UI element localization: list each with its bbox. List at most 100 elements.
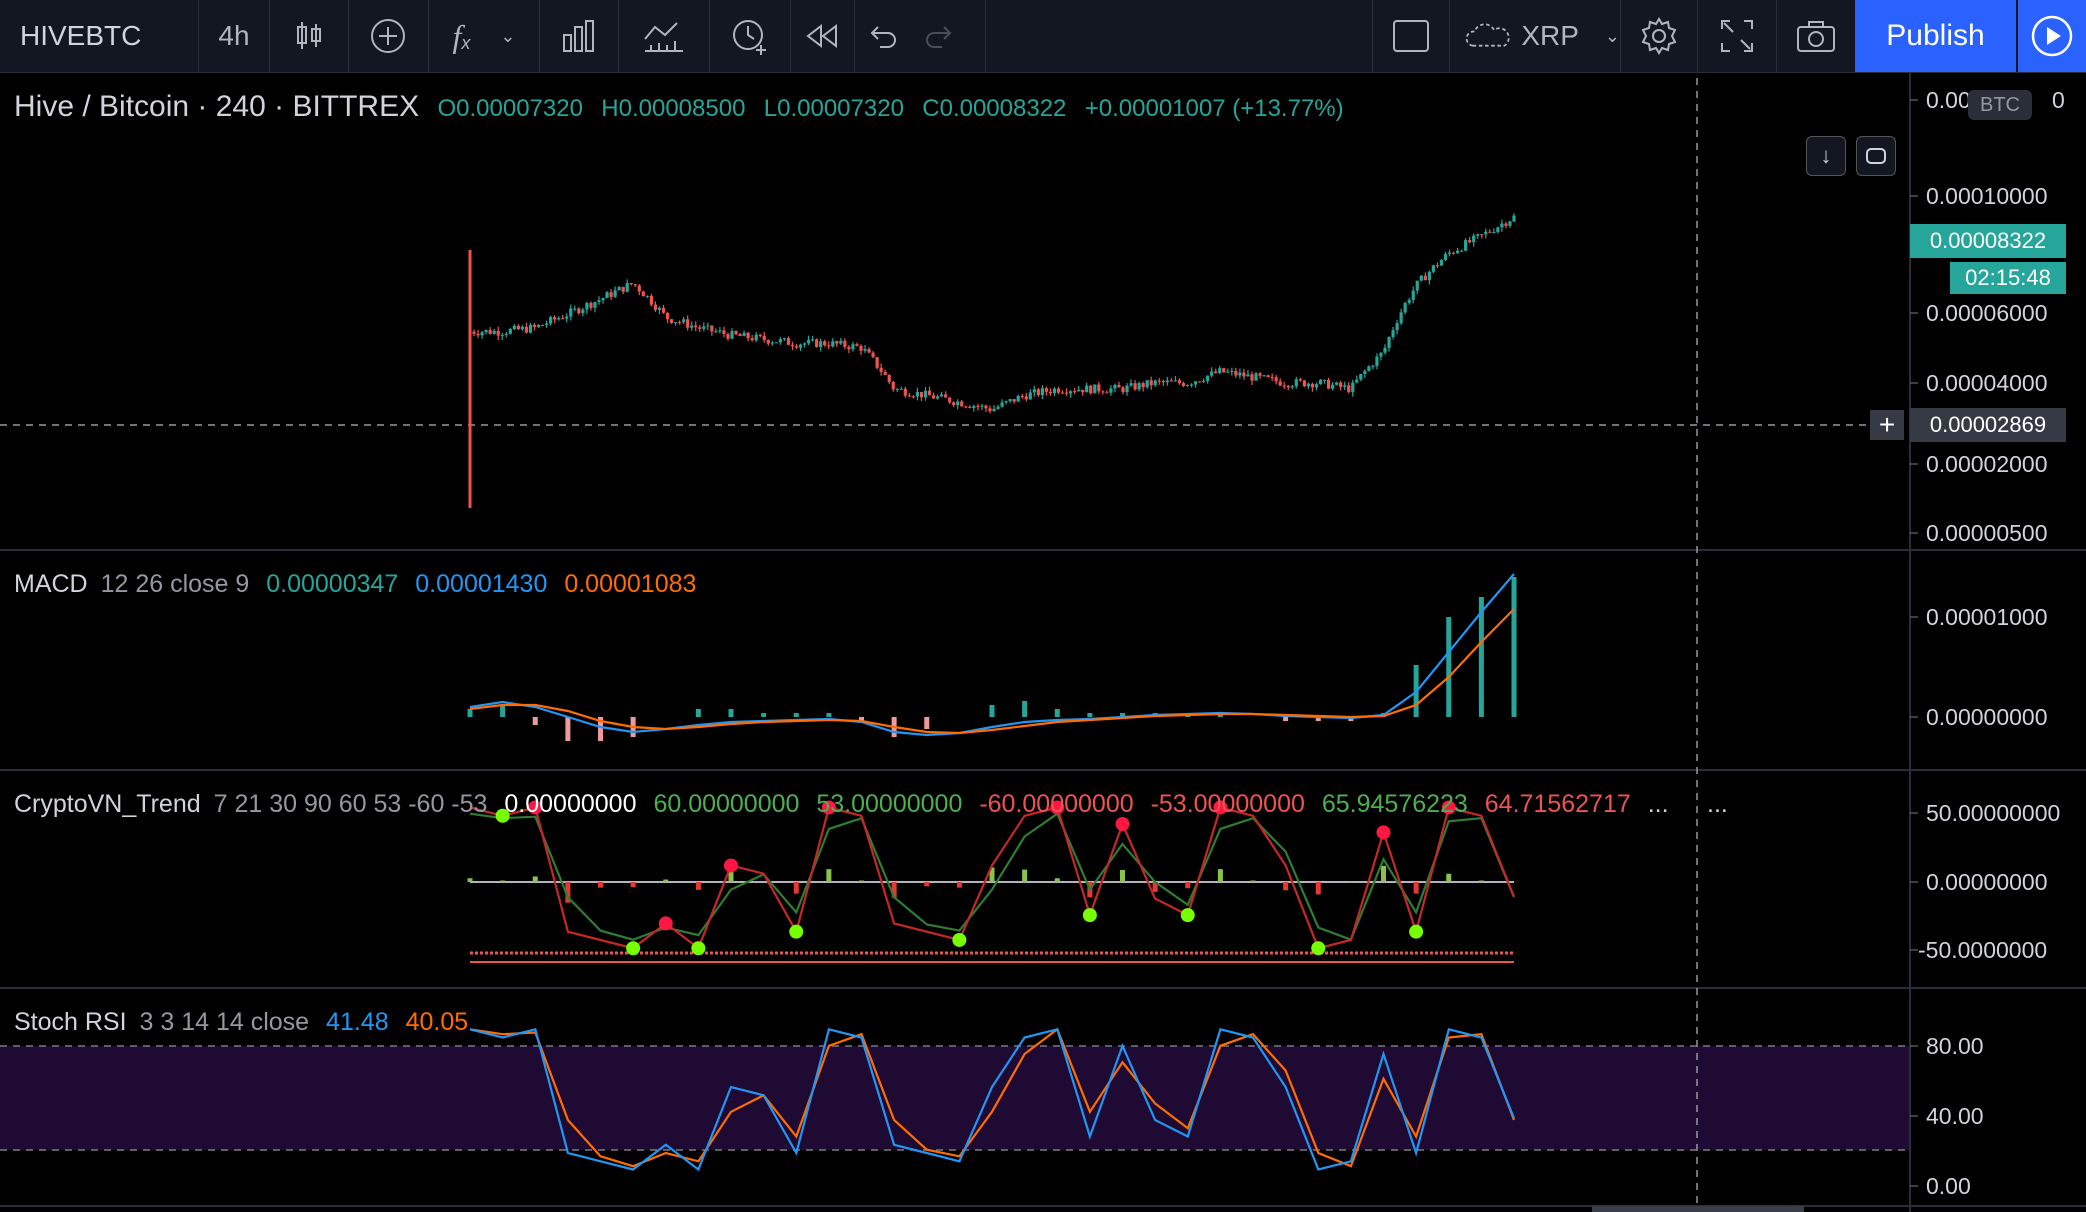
candle-body bbox=[1306, 383, 1311, 387]
candle-body bbox=[1504, 223, 1508, 226]
time-scrollbar[interactable] bbox=[1592, 1206, 1804, 1212]
candle-body bbox=[1439, 260, 1444, 266]
cvn-sell-dot bbox=[1115, 817, 1130, 832]
candle-body bbox=[528, 324, 533, 333]
candle-body bbox=[605, 292, 609, 299]
candle-body bbox=[770, 342, 774, 344]
candle-body bbox=[1326, 379, 1331, 389]
candle-body bbox=[601, 298, 605, 301]
candle-body bbox=[1496, 227, 1500, 233]
candle-body bbox=[819, 341, 823, 348]
candle-body bbox=[851, 344, 855, 350]
compare-dropdown[interactable]: XRP ⌄ bbox=[1450, 0, 1620, 72]
publish-button[interactable]: Publish bbox=[1855, 0, 2016, 72]
replay-icon[interactable] bbox=[791, 0, 853, 72]
redo-icon[interactable] bbox=[911, 0, 967, 72]
candle-body bbox=[1459, 250, 1464, 252]
candle-body bbox=[1508, 221, 1512, 226]
candle-body bbox=[1270, 377, 1274, 379]
candle-body bbox=[718, 330, 722, 332]
candle-body bbox=[1169, 380, 1173, 382]
candle-body bbox=[1064, 392, 1069, 394]
candle-body bbox=[1443, 253, 1448, 261]
interval-button[interactable]: 4h bbox=[199, 0, 269, 72]
settings-icon[interactable] bbox=[1621, 0, 1697, 72]
cvn-buy-dot bbox=[626, 941, 641, 956]
candle-body bbox=[919, 391, 924, 398]
candle-body bbox=[1351, 382, 1355, 393]
candle-body bbox=[1387, 337, 1391, 348]
play-icon[interactable] bbox=[2018, 0, 2086, 72]
candle-body bbox=[1081, 389, 1085, 393]
cvn-more-right[interactable]: ... bbox=[1707, 790, 1728, 819]
candle-body bbox=[710, 325, 714, 332]
candle-body bbox=[1298, 379, 1302, 381]
reset-icon[interactable] bbox=[1856, 136, 1896, 176]
candle-body bbox=[1125, 385, 1129, 393]
ohlc-open: O0.00007320 bbox=[437, 95, 583, 122]
cvn-more[interactable]: ... bbox=[1648, 790, 1669, 818]
candle-body bbox=[1060, 392, 1065, 394]
cvn-value: -60.00000000 bbox=[979, 790, 1134, 818]
templates-icon[interactable] bbox=[619, 0, 709, 72]
candle-body bbox=[480, 332, 484, 336]
candle-body bbox=[1274, 377, 1278, 382]
candle-body bbox=[1109, 388, 1113, 393]
candle-body bbox=[565, 316, 569, 319]
candle-body bbox=[964, 406, 968, 408]
candle-body bbox=[1395, 323, 1399, 331]
stoch-params: 3 3 14 14 close bbox=[139, 1008, 310, 1036]
candle-body bbox=[811, 339, 815, 341]
candle-body bbox=[1145, 380, 1149, 388]
cvn-buy-dot bbox=[1082, 908, 1097, 923]
candle-body bbox=[1129, 383, 1133, 386]
cvn-buy-dot bbox=[952, 932, 967, 947]
cvn-sell-dot bbox=[658, 916, 673, 931]
symbol-search[interactable]: HIVEBTC bbox=[0, 0, 198, 72]
cvn-buy-dot bbox=[1180, 908, 1195, 923]
add-alert-icon[interactable]: + bbox=[1870, 409, 1904, 440]
candle-body bbox=[1032, 389, 1036, 393]
candle-body bbox=[988, 408, 992, 412]
candle-body bbox=[1234, 370, 1238, 376]
fullscreen-icon[interactable] bbox=[1698, 0, 1776, 72]
undo-icon[interactable] bbox=[855, 0, 911, 72]
cvn-legend: CryptoVN_Trend 7 21 30 90 60 53 -60 -53 … bbox=[14, 790, 1679, 819]
candle-body bbox=[948, 397, 952, 403]
candle-body bbox=[1044, 388, 1049, 392]
candle-body bbox=[1093, 384, 1097, 394]
candle-body bbox=[1455, 250, 1460, 254]
candle-body bbox=[1399, 312, 1403, 324]
camera-icon[interactable] bbox=[1777, 0, 1855, 72]
scroll-down-icon[interactable]: ↓ bbox=[1806, 136, 1846, 176]
cvn-buy-dot bbox=[1409, 924, 1424, 939]
candle-body bbox=[1238, 372, 1242, 376]
candle-body bbox=[1314, 384, 1319, 388]
axis-label: 0.00000500 bbox=[1926, 520, 2048, 546]
candle-body bbox=[1202, 380, 1206, 382]
cvn-buy-dot bbox=[691, 941, 706, 956]
divider bbox=[985, 0, 986, 72]
bar-chart-icon[interactable] bbox=[540, 0, 618, 72]
alert-icon[interactable] bbox=[710, 0, 790, 72]
indicators-icon[interactable]: f x ⌄ bbox=[429, 0, 539, 72]
candle-body bbox=[843, 340, 847, 347]
candle-body bbox=[645, 295, 649, 297]
candle-body bbox=[839, 340, 843, 344]
candle-body bbox=[754, 334, 758, 341]
candle-body bbox=[815, 339, 819, 348]
candle-body bbox=[1189, 384, 1194, 386]
candle-body bbox=[734, 331, 738, 335]
candle-body bbox=[1278, 381, 1282, 386]
candles-icon[interactable] bbox=[270, 0, 348, 72]
stoch-band bbox=[0, 1046, 1910, 1150]
candle-body bbox=[1411, 290, 1415, 300]
candle-body bbox=[1008, 399, 1012, 402]
candle-body bbox=[855, 344, 859, 346]
candle-body bbox=[593, 302, 597, 308]
layout-icon[interactable] bbox=[1373, 0, 1449, 72]
axis-label: 0.00010000 bbox=[1926, 183, 2048, 209]
add-compare-icon[interactable] bbox=[349, 0, 427, 72]
chart-area[interactable]: 0.00 0 0.00010000 0.00006000 0.00004000 … bbox=[0, 73, 2086, 1212]
candle-body bbox=[500, 334, 504, 336]
